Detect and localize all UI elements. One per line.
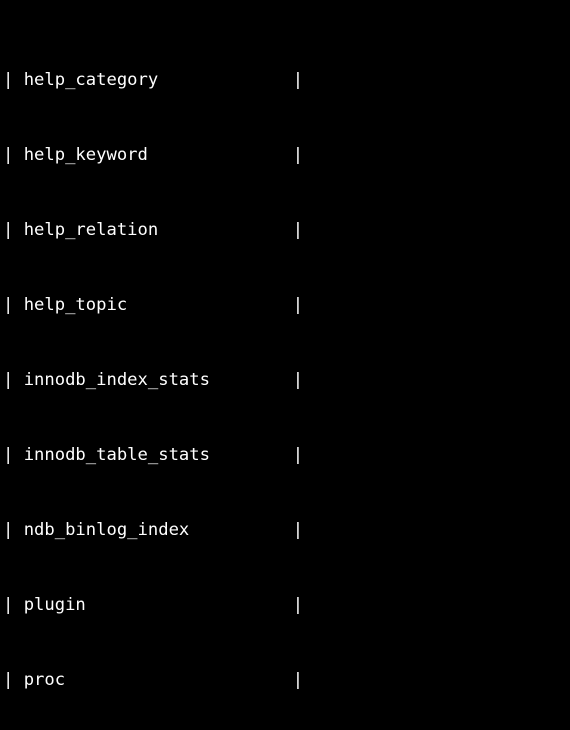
table-row: | ndb_binlog_index | [3, 520, 304, 540]
table-row: | help_relation | [3, 220, 304, 240]
table-row: | help_keyword | [3, 145, 304, 165]
terminal-window[interactable]: | help_category | | help_keyword | | hel… [0, 0, 570, 730]
table-row: | help_category | [3, 70, 304, 90]
table-row: | proc | [3, 670, 304, 690]
table-row: | help_topic | [3, 295, 304, 315]
table-row: | innodb_index_stats | [3, 370, 304, 390]
table-row: | innodb_table_stats | [3, 445, 304, 465]
table-row: | plugin | [3, 595, 304, 615]
terminal-screen[interactable]: | help_category | | help_keyword | | hel… [3, 0, 303, 730]
